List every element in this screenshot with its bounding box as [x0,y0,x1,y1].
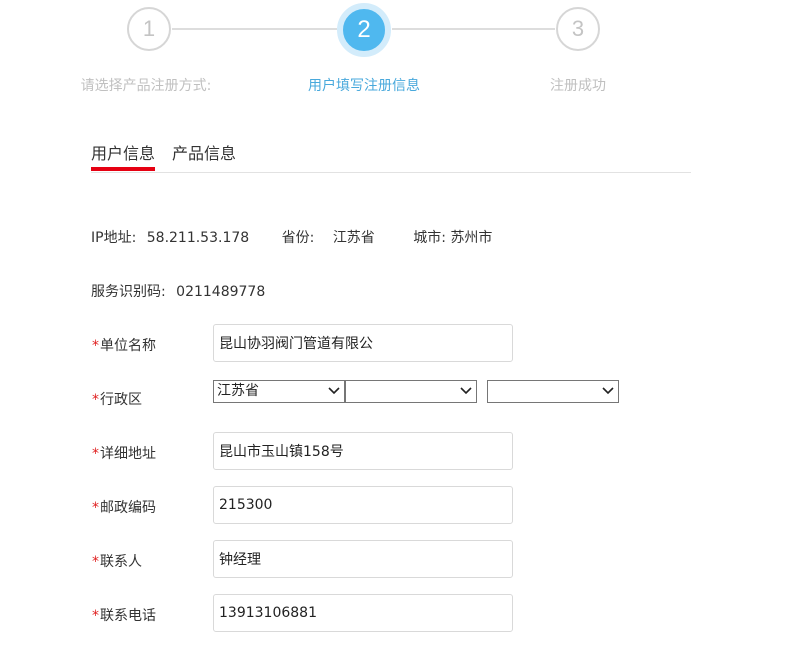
step-2-label-active: 用户填写注册信息 [308,78,420,94]
chevron-down-icon [602,387,614,395]
contact-label-text: 联系人 [100,554,142,570]
step-3-circle: 3 [556,7,600,51]
required-mark: * [92,500,99,516]
address-label-text: 详细地址 [100,446,156,462]
ip-label: IP地址: [91,230,137,246]
tab-user-info[interactable]: 用户信息 [91,140,155,171]
registration-stepper: 1 2 3 请选择产品注册方式: 用户填写注册信息 注册成功 [0,0,811,110]
province-select[interactable]: 江苏省 [213,380,345,403]
postcode-input[interactable] [213,486,513,524]
phone-label: *联系电话 [92,605,156,625]
required-mark: * [92,608,99,624]
address-input[interactable] [213,432,513,470]
district-select[interactable] [487,380,619,403]
city-select[interactable] [345,380,477,403]
step-connector-line [172,28,337,30]
region-label: *行政区 [92,389,142,409]
phone-input[interactable] [213,594,513,632]
province-select-value: 江苏省 [217,383,259,399]
ip-value: 58.211.53.178 [146,230,250,246]
chevron-down-icon [328,387,340,395]
service-code-value: 0211489778 [176,284,266,300]
step-1-label: 请选择产品注册方式: [80,78,212,94]
step-1-circle: 1 [127,7,171,51]
required-mark: * [92,554,99,570]
required-mark: * [92,392,99,408]
region-label-text: 行政区 [100,392,142,408]
address-label: *详细地址 [92,443,156,463]
postcode-label: *邮政编码 [92,497,156,517]
chevron-down-icon [460,387,472,395]
required-mark: * [92,338,99,354]
postcode-label-text: 邮政编码 [100,500,156,516]
required-mark: * [92,446,99,462]
city-label: 城市: [413,230,446,246]
tab-product-info[interactable]: 产品信息 [172,140,238,171]
info-tabs: 用户信息 产品信息 [91,140,691,173]
contact-input[interactable] [213,540,513,578]
contact-label: *联系人 [92,551,142,571]
step-2-circle-active: 2 [337,3,391,57]
phone-label-text: 联系电话 [100,608,156,624]
ip-location-row: IP地址: 58.211.53.178 省份: 江苏省 城市: 苏州市 [91,227,492,247]
province-value: 江苏省 [332,230,375,246]
company-name-label: *单位名称 [92,335,156,355]
step-3-label: 注册成功 [550,78,606,94]
city-value: 苏州市 [450,230,493,246]
service-code-label: 服务识别码: [91,284,166,300]
province-label: 省份: [281,230,315,246]
company-name-label-text: 单位名称 [100,338,156,354]
service-code-row: 服务识别码: 0211489778 [91,281,265,301]
step-connector-line [392,28,555,30]
company-name-input[interactable] [213,324,513,362]
